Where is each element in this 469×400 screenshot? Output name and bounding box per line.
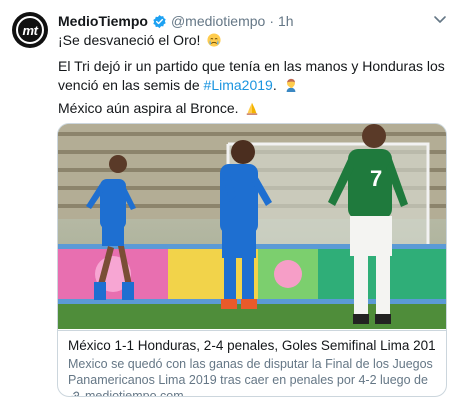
avatar[interactable]: mt — [12, 12, 48, 48]
card-domain-text: mediotiempo.com — [85, 389, 184, 397]
card-description: Mexico se quedó con las ganas de disputa… — [68, 357, 433, 387]
card-domain[interactable]: mediotiempo.com — [68, 388, 436, 397]
facepalm-person-icon — [284, 78, 298, 92]
jersey-number: 7 — [370, 166, 382, 191]
crying-face-icon — [207, 33, 221, 47]
folded-hands-icon — [245, 101, 259, 115]
tweet-line-1-text: ¡Se desvaneció el Oro! — [58, 32, 201, 48]
avatar-ring — [16, 16, 44, 44]
tweet-line-3-text: México aún aspira al Bronce. — [58, 100, 239, 116]
tweet-header: MedioTiempo @mediotiempo · 1h — [58, 11, 294, 31]
tweet-line-2: El Tri dejó ir un partido que tenía en l… — [58, 57, 450, 95]
timestamp[interactable]: 1h — [278, 13, 294, 29]
tweet-line-2-period: . — [272, 77, 277, 93]
tweet-line-1: ¡Se desvaneció el Oro! — [58, 31, 450, 50]
tweet[interactable]: mt MedioTiempo @mediotiempo · 1h ¡Se des… — [0, 0, 469, 400]
card-title[interactable]: México 1-1 Honduras, 2-4 penales, Goles … — [68, 337, 436, 355]
tweet-line-3: México aún aspira al Bronce. — [58, 99, 450, 118]
verified-badge-icon — [152, 14, 167, 29]
hashtag-link[interactable]: #Lima2019 — [204, 77, 273, 93]
handle[interactable]: @mediotiempo — [171, 13, 265, 29]
separator-dot: · — [269, 13, 275, 29]
card-image[interactable]: 7 — [58, 124, 446, 329]
chevron-down-icon[interactable] — [433, 12, 447, 26]
card-body[interactable]: México 1-1 Honduras, 2-4 penales, Goles … — [58, 330, 446, 397]
link-icon — [71, 391, 80, 396]
link-card[interactable]: 7 México 1-1 Honduras, 2-4 penales, Gole… — [57, 123, 447, 397]
display-name[interactable]: MedioTiempo — [58, 13, 148, 29]
